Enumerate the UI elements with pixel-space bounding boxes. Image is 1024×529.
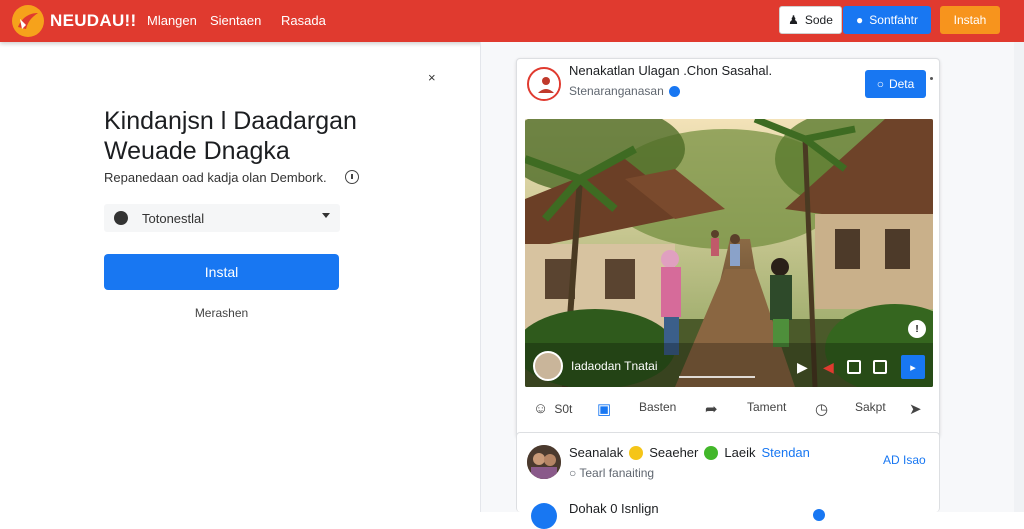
video-author-avatar[interactable] (533, 351, 563, 381)
globe-icon (114, 211, 128, 225)
nav-link-1[interactable]: Mlangen (147, 13, 197, 28)
play-icon[interactable]: ▶ (797, 359, 808, 376)
post-subtitle-text: Stenaranganasan (569, 84, 664, 98)
action-sakpt[interactable]: Sakpt (855, 400, 886, 414)
page-avatar[interactable] (527, 67, 561, 101)
follow-icon: ○ (876, 77, 884, 91)
right-scroll-track[interactable] (1014, 42, 1024, 512)
info-icon[interactable] (345, 170, 359, 184)
close-icon[interactable]: × (428, 70, 436, 85)
commenter-name[interactable]: Seanalak (569, 445, 623, 460)
clock-icon: ◷ (815, 401, 829, 418)
video-badge[interactable]: ! (908, 320, 926, 338)
captions-icon[interactable] (847, 360, 861, 374)
comment-meta: ○ Tearl fanaiting (569, 466, 654, 480)
language-select[interactable]: Totonestlal (104, 204, 340, 232)
second-comment-badge-icon (813, 509, 825, 521)
verified-icon (668, 85, 680, 97)
post-card: Nenakatlan Ulagan .Chon Sasahal. Stenara… (516, 58, 940, 438)
video-caption: Iadaodan Tnatai (571, 359, 658, 373)
comment-count[interactable]: AD Isao (883, 453, 926, 467)
comment-header: Seanalak Seaeher Laeik Stendan (569, 445, 810, 460)
language-select-value: Totonestlal (142, 211, 205, 226)
share-icon-button[interactable]: ➦ (705, 400, 718, 418)
top-orange-button[interactable]: Instah (940, 6, 1000, 34)
volume-icon[interactable]: ◀ (823, 359, 834, 376)
top-orange-button-label: Instah (953, 13, 987, 27)
chevron-down-icon (322, 213, 330, 218)
village-scene-image (525, 119, 933, 387)
page-title: Kindanjsn l Daadargan Weuade Dnagka (104, 106, 357, 166)
top-white-button-label: Sode (804, 13, 833, 27)
fullscreen-icon[interactable] (873, 360, 887, 374)
commenter-extra: Seaeher (649, 445, 699, 460)
headline-line-2: Weuade Dnagka (104, 137, 290, 165)
more-options-icon[interactable] (930, 77, 933, 80)
top-bar: NEUDAU!! Mlangen Sientaen Rasada ♟ Sode … (0, 0, 1024, 42)
second-commenter-name[interactable]: Dohak 0 Isnlign (569, 501, 659, 516)
brand-logo-icon[interactable] (12, 5, 44, 37)
post-actions: ☺ S0t ▣ Basten ➦ Tament ◷ Sakpt ➤ (517, 395, 941, 423)
follow-button-label: Deta (888, 77, 915, 91)
comment-meta-text: Tearl fanaiting (579, 466, 655, 480)
clock-icon-button[interactable]: ◷ (815, 400, 828, 418)
second-commenter-avatar[interactable] (531, 503, 557, 529)
post-title[interactable]: Nenakatlan Ulagan .Chon Sasahal. (569, 63, 772, 78)
share-icon: ➦ (705, 401, 718, 418)
comment-follow-link[interactable]: Stendan (761, 445, 809, 460)
nav-link-3[interactable]: Rasada (281, 13, 326, 28)
forward-icon-button[interactable]: ➤ (909, 400, 922, 418)
description-text: Repanedaan oad kadja olan Dembork. (104, 170, 327, 185)
clock-small-icon: ○ (569, 466, 577, 480)
post-subtitle: Stenaranganasan (569, 84, 680, 98)
smile-emoji-icon (629, 445, 644, 460)
share-arrow-icon: ➤ (909, 401, 922, 418)
next-button[interactable]: ▸ (901, 355, 925, 379)
commenter-avatar[interactable] (527, 445, 561, 479)
comment-tag: Laeik (724, 445, 756, 460)
install-button[interactable]: Instal (104, 254, 339, 290)
headline-line-1: Kindanjsn l Daadargan (104, 107, 357, 135)
video-progress-bar[interactable] (679, 376, 755, 378)
comment-icon: ▣ (597, 401, 612, 418)
top-blue-button-label: Sontfahtr (869, 13, 918, 27)
reaction-label: S0t (554, 401, 573, 416)
top-white-button[interactable]: ♟ Sode (779, 6, 842, 34)
comment-icon-button[interactable]: ▣ (597, 400, 611, 418)
action-basten[interactable]: Basten (639, 400, 676, 414)
comment-card: Seanalak Seaeher Laeik Stendan ○ Tearl f… (516, 432, 940, 529)
haha-reaction-icon: ☺ (533, 400, 549, 417)
secondary-link[interactable]: Merashen (104, 306, 339, 320)
follow-button[interactable]: ○ Deta (865, 70, 926, 98)
nav-link-2[interactable]: Sientaen (210, 13, 261, 28)
reaction-button[interactable]: ☺ S0t (533, 400, 572, 417)
green-badge-icon (704, 445, 719, 460)
post-video[interactable]: Iadaodan Tnatai ▶ ◀ ▸ ! (525, 119, 933, 387)
action-tament[interactable]: Tament (747, 400, 786, 414)
user-icon: ♟ (788, 13, 799, 27)
circle-icon: ● (856, 13, 864, 27)
brand-name[interactable]: NEUDAU!! (50, 11, 136, 31)
top-blue-button[interactable]: ● Sontfahtr (843, 6, 931, 34)
